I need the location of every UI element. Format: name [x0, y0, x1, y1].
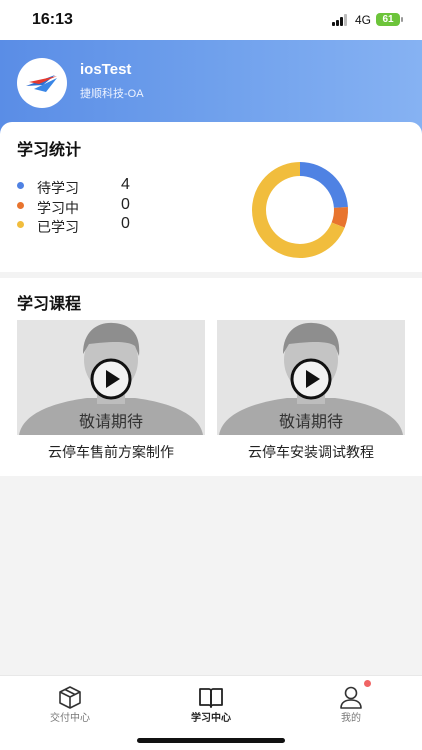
course-card[interactable]: 敬请期待 云停车安装调试教程 [217, 320, 405, 460]
play-icon[interactable] [89, 357, 133, 401]
tab-mine[interactable]: 我的 [281, 676, 421, 732]
coming-soon-label: 敬请期待 [278, 414, 343, 431]
legend-value: 0 [121, 196, 130, 213]
company-name: 捷顺科技-OA [80, 88, 144, 100]
donut-slice-0 [300, 162, 348, 208]
course-title[interactable]: 云停车安装调试教程 [217, 442, 405, 462]
status-bar: 16:13 4G 61 [0, 0, 422, 40]
legend-dot-icon [17, 202, 24, 209]
legend-value: 0 [121, 215, 130, 232]
tab-delivery-center[interactable]: 交付中心 [0, 676, 140, 732]
legend-value: 4 [121, 176, 130, 193]
battery-icon: 61 [376, 13, 400, 26]
notification-badge [364, 680, 371, 687]
tab-label: 学习中心 [191, 713, 231, 724]
tab-learning-center[interactable]: 学习中心 [141, 676, 281, 732]
legend-dot-icon [17, 182, 24, 189]
user-icon [340, 686, 362, 709]
tab-label: 我的 [341, 713, 361, 724]
box-icon [59, 686, 81, 709]
play-icon[interactable] [289, 357, 333, 401]
signal-icon [332, 14, 352, 26]
legend-dot-icon [17, 221, 24, 228]
book-icon [199, 688, 223, 708]
course-thumbnail[interactable]: 敬请期待 [217, 320, 405, 435]
battery-tip [401, 17, 403, 22]
course-title[interactable]: 云停车售前方案制作 [17, 442, 205, 462]
legend-label: 已学习 [37, 219, 79, 235]
tab-label: 交付中心 [50, 713, 90, 724]
coming-soon-label: 敬请期待 [78, 414, 143, 431]
username: iosTest [80, 61, 132, 78]
courses-section: 学习课程 敬请期待 云停车售前方案制作 敬请期待 云停车安装调试教程 [0, 278, 422, 476]
home-indicator [137, 738, 285, 743]
stats-title: 学习统计 [17, 142, 82, 159]
battery-level: 61 [382, 14, 394, 25]
legend-row-pending: 待学习 4 [17, 176, 147, 196]
legend-label: 待学习 [37, 180, 79, 196]
company-logo-avatar[interactable] [17, 58, 67, 108]
course-thumbnail[interactable]: 敬请期待 [17, 320, 205, 435]
status-time: 16:13 [32, 11, 73, 28]
donut-chart [252, 162, 348, 258]
logo-icon [26, 75, 57, 92]
courses-title: 学习课程 [17, 296, 82, 313]
network-type: 4G [355, 13, 372, 27]
learning-stats-card: 学习统计 待学习 4 学习中 0 已学习 0 [0, 122, 422, 272]
legend-row-completed: 已学习 0 [17, 215, 147, 235]
course-card[interactable]: 敬请期待 云停车售前方案制作 [17, 320, 205, 460]
legend-row-in-progress: 学习中 0 [17, 196, 147, 216]
